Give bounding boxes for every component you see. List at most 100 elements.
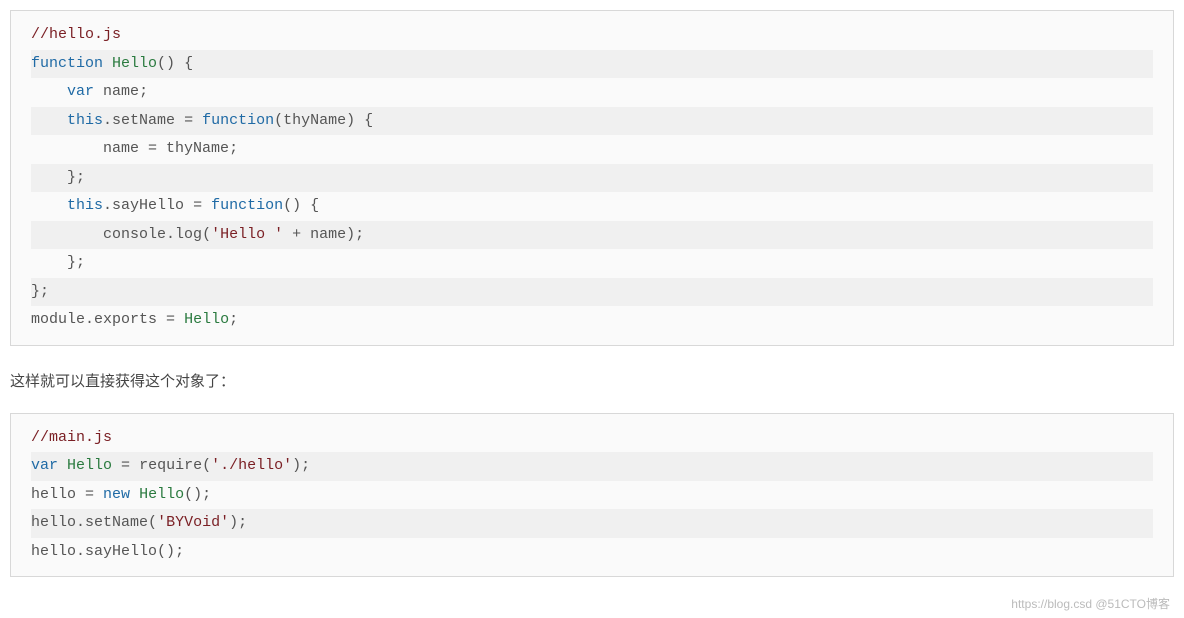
code-token xyxy=(94,83,103,100)
code-token: name xyxy=(310,226,346,243)
code-token: () xyxy=(184,486,202,503)
code-line: name = thyName; xyxy=(31,135,1153,164)
code-token: setName xyxy=(85,514,148,531)
code-token: this xyxy=(67,112,103,129)
code-token: exports xyxy=(94,311,157,328)
code-token: sayHello xyxy=(112,197,184,214)
code-token: }; xyxy=(31,169,85,186)
code-token: ; xyxy=(238,514,247,531)
code-token: + xyxy=(283,226,310,243)
code-token xyxy=(31,112,67,129)
code-token: ; xyxy=(229,140,238,157)
code-token: //hello.js xyxy=(31,26,121,43)
code-token: ; xyxy=(355,226,364,243)
code-token: . xyxy=(166,226,175,243)
code-line: //main.js xyxy=(31,424,1153,453)
code-pre: //main.jsvar Hello = require('./hello');… xyxy=(31,424,1153,567)
code-token: module xyxy=(31,311,85,328)
code-token: 'BYVoid' xyxy=(157,514,229,531)
code-token: function xyxy=(202,112,274,129)
code-token: './hello' xyxy=(211,457,292,474)
code-line: hello = new Hello(); xyxy=(31,481,1153,510)
code-line: hello.setName('BYVoid'); xyxy=(31,509,1153,538)
code-block-main-js: //main.jsvar Hello = require('./hello');… xyxy=(10,413,1174,578)
code-token: Hello xyxy=(112,55,157,72)
code-token: hello xyxy=(31,514,76,531)
code-token: this xyxy=(67,197,103,214)
code-token: ( xyxy=(148,514,157,531)
code-token xyxy=(130,486,139,503)
code-line: module.exports = Hello; xyxy=(31,306,1153,335)
code-token: () xyxy=(157,55,175,72)
code-token xyxy=(31,140,103,157)
code-token: ; xyxy=(229,311,238,328)
code-token: ) xyxy=(346,226,355,243)
code-token: name xyxy=(103,83,139,100)
code-token: ) xyxy=(346,112,355,129)
code-token: ; xyxy=(202,486,211,503)
code-token: ( xyxy=(274,112,283,129)
code-token: setName xyxy=(112,112,175,129)
code-line: console.log('Hello ' + name); xyxy=(31,221,1153,250)
code-line: }; xyxy=(31,164,1153,193)
code-pre: //hello.jsfunction Hello() { var name; t… xyxy=(31,21,1153,335)
code-token: log xyxy=(175,226,202,243)
prose-paragraph: 这样就可以直接获得这个对象了： xyxy=(10,370,1174,391)
code-token: ; xyxy=(175,543,184,560)
code-token: hello xyxy=(31,486,76,503)
code-token: = xyxy=(139,140,166,157)
code-token: Hello xyxy=(67,457,112,474)
code-line: }; xyxy=(31,278,1153,307)
code-token: name xyxy=(103,140,139,157)
code-token: ; xyxy=(139,83,148,100)
code-line: }; xyxy=(31,249,1153,278)
code-token: . xyxy=(76,543,85,560)
code-token: hello xyxy=(31,543,76,560)
code-token: () xyxy=(157,543,175,560)
code-token: sayHello xyxy=(85,543,157,560)
code-token: () xyxy=(283,197,301,214)
code-line: function Hello() { xyxy=(31,50,1153,79)
code-line: this.sayHello = function() { xyxy=(31,192,1153,221)
code-token: 'Hello ' xyxy=(211,226,283,243)
code-token: var xyxy=(31,457,58,474)
code-token: function xyxy=(211,197,283,214)
code-token: console xyxy=(103,226,166,243)
code-token xyxy=(31,226,103,243)
code-token: ; xyxy=(301,457,310,474)
code-token: = xyxy=(175,112,202,129)
code-token: . xyxy=(103,112,112,129)
code-token: ( xyxy=(202,226,211,243)
code-token: new xyxy=(103,486,130,503)
code-token: = xyxy=(76,486,103,503)
code-token: }; xyxy=(31,283,49,300)
code-token: = xyxy=(112,457,139,474)
code-line: //hello.js xyxy=(31,21,1153,50)
code-token: require xyxy=(139,457,202,474)
code-token xyxy=(103,55,112,72)
code-token: Hello xyxy=(139,486,184,503)
code-token: Hello xyxy=(184,311,229,328)
code-token: ) xyxy=(229,514,238,531)
code-line: var Hello = require('./hello'); xyxy=(31,452,1153,481)
code-token: ( xyxy=(202,457,211,474)
code-token: var xyxy=(67,83,94,100)
code-token xyxy=(58,457,67,474)
code-token xyxy=(31,197,67,214)
code-token: //main.js xyxy=(31,429,112,446)
code-token: function xyxy=(31,55,103,72)
code-line: var name; xyxy=(31,78,1153,107)
code-token: . xyxy=(85,311,94,328)
code-token: thyName xyxy=(166,140,229,157)
code-block-hello-js: //hello.jsfunction Hello() { var name; t… xyxy=(10,10,1174,346)
watermark-text: https://blog.csd @51CTO博客 xyxy=(1011,595,1170,612)
code-token: }; xyxy=(31,254,85,271)
code-token: = xyxy=(184,197,211,214)
code-token: { xyxy=(355,112,373,129)
code-line: hello.sayHello(); xyxy=(31,538,1153,567)
code-token: ) xyxy=(292,457,301,474)
code-token: { xyxy=(175,55,193,72)
code-token: = xyxy=(157,311,184,328)
code-token: thyName xyxy=(283,112,346,129)
code-line: this.setName = function(thyName) { xyxy=(31,107,1153,136)
